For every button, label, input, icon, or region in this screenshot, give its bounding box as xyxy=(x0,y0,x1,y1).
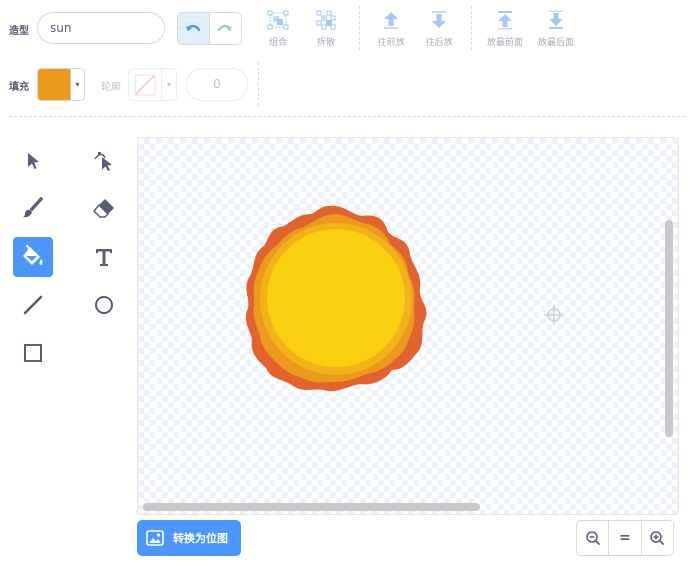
sun-costume xyxy=(245,205,564,392)
reshape-cursor-icon xyxy=(94,152,112,171)
reshape-tool-button[interactable] xyxy=(84,141,124,181)
zoom-in-icon xyxy=(650,531,665,545)
eraser-tool-button[interactable] xyxy=(84,188,124,228)
brush-icon xyxy=(23,197,43,218)
outline-width-input[interactable]: 0 xyxy=(186,68,248,101)
send-to-back-label: 放最后面 xyxy=(537,38,574,48)
zoom-reset-label: = xyxy=(619,530,631,546)
arrow-cursor-icon xyxy=(28,153,39,169)
outline-color-swatch xyxy=(129,69,162,100)
text-tool-button[interactable] xyxy=(84,237,124,277)
rectangle-icon xyxy=(24,344,42,362)
ungroup-icon xyxy=(316,10,336,30)
undo-button[interactable] xyxy=(178,13,210,44)
zoom-out-icon xyxy=(585,531,600,545)
zoom-in-button[interactable] xyxy=(640,521,673,555)
toolbar-divider xyxy=(471,6,472,50)
fill-color-picker[interactable]: ▾ xyxy=(37,68,85,101)
select-tool-button[interactable] xyxy=(13,141,53,181)
fill-tool-button[interactable] xyxy=(13,237,53,277)
line-icon xyxy=(23,295,43,315)
bring-to-front-button[interactable]: 放最前面 xyxy=(482,9,528,48)
costume-name-input[interactable]: sun xyxy=(37,12,165,44)
send-to-back-button[interactable]: 放最后面 xyxy=(533,9,579,48)
line-tool-button[interactable] xyxy=(13,285,53,325)
zoom-out-button[interactable] xyxy=(577,521,608,555)
costume-label: 造型 xyxy=(9,26,29,37)
caret-down-icon: ▾ xyxy=(166,80,171,89)
convert-to-bitmap-button[interactable]: 转换为位图 xyxy=(137,520,241,556)
redo-icon xyxy=(218,24,233,31)
paint-bucket-icon xyxy=(23,245,43,265)
fill-label: 填充 xyxy=(9,82,29,93)
vertical-scrollbar[interactable] xyxy=(665,220,673,437)
send-to-back-icon xyxy=(549,10,563,29)
paint-canvas[interactable] xyxy=(137,137,679,515)
eraser-icon xyxy=(93,199,114,218)
undo-redo-group xyxy=(177,12,242,45)
backward-button[interactable]: 往后放 xyxy=(416,9,462,48)
caret-down-icon: ▾ xyxy=(75,80,80,89)
circle-tool-button[interactable] xyxy=(84,285,124,325)
redo-button[interactable] xyxy=(210,13,241,44)
outline-label: 轮廓 xyxy=(101,82,121,93)
ungroup-button[interactable]: 拆散 xyxy=(303,9,349,48)
group-label: 组合 xyxy=(268,38,287,48)
bring-to-front-icon xyxy=(498,11,512,30)
outline-color-picker[interactable]: ▾ xyxy=(128,68,177,101)
forward-label: 往前放 xyxy=(377,38,405,48)
group-button[interactable]: 组合 xyxy=(255,9,301,48)
text-icon xyxy=(96,249,112,266)
toolbar-divider xyxy=(258,62,259,106)
bring-to-front-label: 放最前面 xyxy=(486,38,523,48)
arrow-down-icon xyxy=(432,11,446,28)
group-icon xyxy=(267,10,289,30)
fill-color-swatch xyxy=(38,69,71,100)
zoom-reset-button[interactable]: = xyxy=(608,521,640,555)
convert-to-bitmap-label: 转换为位图 xyxy=(173,532,228,545)
no-color-icon xyxy=(134,74,156,95)
section-divider xyxy=(9,116,685,117)
sun-core xyxy=(267,229,405,367)
zoom-controls: = xyxy=(576,520,674,556)
forward-button[interactable]: 往前放 xyxy=(368,9,414,48)
image-icon xyxy=(146,530,164,546)
crosshair-icon xyxy=(544,305,564,325)
backward-label: 往后放 xyxy=(425,38,453,48)
arrow-up-icon xyxy=(384,12,398,29)
undo-icon xyxy=(186,24,201,31)
brush-tool-button[interactable] xyxy=(13,188,53,228)
rectangle-tool-button[interactable] xyxy=(13,333,53,373)
toolbar-divider xyxy=(359,6,360,50)
circle-icon xyxy=(95,296,113,314)
horizontal-scrollbar[interactable] xyxy=(143,503,480,511)
ungroup-label: 拆散 xyxy=(316,38,335,48)
